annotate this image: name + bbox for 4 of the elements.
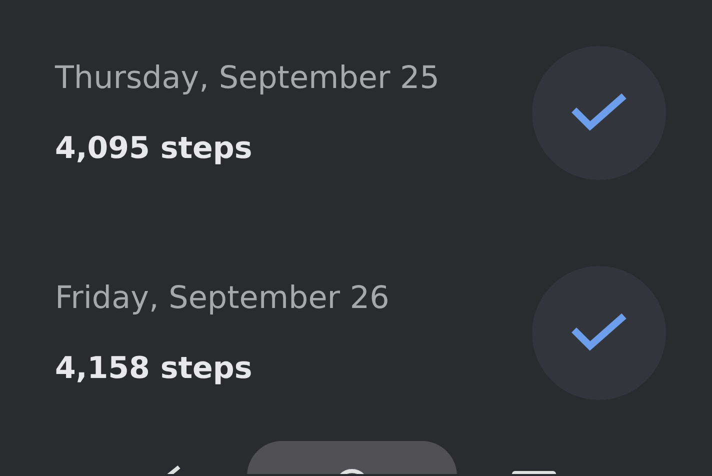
day-date: Friday, September 26 xyxy=(55,278,390,318)
day-date: Thursday, September 25 xyxy=(55,58,440,98)
step-count: 4,095 steps xyxy=(55,130,254,168)
step-count: 4,158 steps xyxy=(55,350,254,388)
